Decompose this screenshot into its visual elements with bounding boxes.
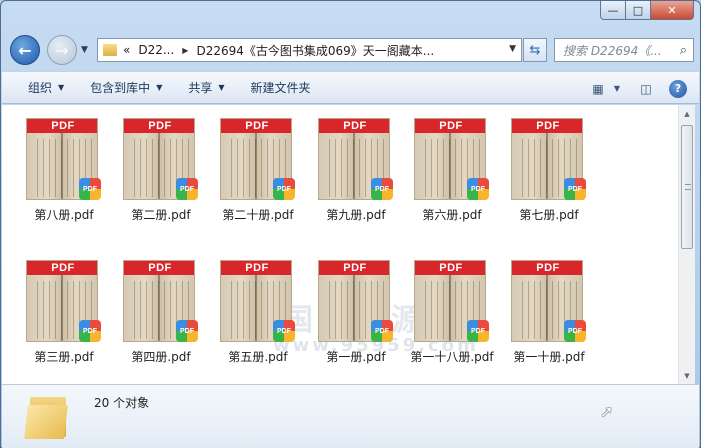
- include-library-label: 包含到库中: [90, 81, 151, 95]
- pdf-app-icon: PDF: [467, 178, 489, 200]
- file-item[interactable]: PDF PDF 第五册.pdf: [213, 252, 303, 370]
- file-item[interactable]: PDF PDF 第二册.pdf: [116, 110, 206, 228]
- scrollbar-thumb[interactable]: [681, 125, 693, 249]
- pdf-banner: PDF: [415, 261, 485, 275]
- forward-button[interactable]: →: [47, 35, 77, 65]
- folder-icon: [24, 393, 72, 441]
- pdf-banner: PDF: [124, 119, 194, 133]
- explorer-window: — □ ✕ ← → ▼ « D22... ▶ D22694《古今图书集成069》…: [0, 0, 701, 448]
- file-name: 第一十八册.pdf: [410, 350, 494, 364]
- file-name: 第六册.pdf: [422, 208, 482, 222]
- chevron-down-icon: ▼: [218, 83, 225, 92]
- breadcrumb-item-current[interactable]: D22694《古今图书集成069》天一阁藏本...: [196, 42, 434, 59]
- pdf-app-icon: PDF: [273, 320, 295, 342]
- organize-label: 组织: [28, 81, 53, 95]
- file-list[interactable]: 国学资源网 www.95959.com PDFPDF第八册.pdfPDFPDF第…: [2, 105, 678, 384]
- file-item[interactable]: PDF PDF 第三册.pdf: [19, 252, 109, 370]
- scroll-down-icon[interactable]: ▼: [679, 367, 695, 384]
- maximize-button[interactable]: □: [626, 1, 651, 20]
- include-library-button[interactable]: 包含到库中 ▼: [90, 79, 162, 96]
- refresh-icon: ⇆: [529, 42, 541, 58]
- share-button[interactable]: 共享 ▼: [188, 79, 224, 96]
- pdf-banner: PDF: [221, 261, 291, 275]
- recent-pages-dropdown[interactable]: ▼: [81, 45, 88, 55]
- file-name: 第二十册.pdf: [222, 208, 294, 222]
- pdf-app-icon: PDF: [564, 178, 586, 200]
- help-icon[interactable]: ?: [669, 79, 687, 98]
- breadcrumb-separator-icon[interactable]: ▶: [182, 46, 188, 55]
- file-name: 第一十册.pdf: [513, 350, 585, 364]
- breadcrumb-overflow[interactable]: «: [123, 43, 130, 57]
- minimize-button[interactable]: —: [600, 1, 626, 20]
- change-view-icon[interactable]: ▦: [589, 80, 607, 98]
- search-input[interactable]: 搜索 D22694《... ⌕: [554, 38, 694, 62]
- file-name: 第三册.pdf: [34, 350, 94, 364]
- arrow-right-icon: →: [55, 40, 69, 60]
- pdf-banner: PDF: [319, 119, 389, 133]
- file-item[interactable]: PDF PDF 第九册.pdf: [311, 110, 401, 228]
- pdf-app-icon: PDF: [371, 178, 393, 200]
- folder-icon: [103, 44, 117, 56]
- chevron-down-icon: ▼: [81, 45, 88, 55]
- file-item[interactable]: PDF PDF 第六册.pdf: [407, 110, 497, 228]
- pdf-banner: PDF: [512, 261, 582, 275]
- pdf-banner: PDF: [415, 119, 485, 133]
- details-pane: 20 个对象 ➚: [2, 384, 699, 448]
- view-controls: ▦ ▼ ◫ ?: [589, 72, 699, 105]
- address-bar[interactable]: « D22... ▶ D22694《古今图书集成069》天一阁藏本... ▼: [97, 38, 522, 62]
- file-item[interactable]: PDF PDF 第七册.pdf: [504, 110, 594, 228]
- pdf-app-icon: PDF: [564, 320, 586, 342]
- preview-pane-icon[interactable]: ◫: [637, 80, 655, 98]
- item-count: 20 个对象: [94, 396, 150, 410]
- mouse-cursor-icon: ➚: [600, 402, 614, 421]
- file-name: 第九册.pdf: [326, 208, 386, 222]
- pdf-banner: PDF: [319, 261, 389, 275]
- pdf-banner: PDF: [27, 119, 97, 133]
- arrow-left-icon: ←: [18, 40, 32, 60]
- pdf-app-icon: PDF: [79, 178, 101, 200]
- vertical-scrollbar[interactable]: ▲ ▼: [678, 105, 695, 384]
- navigation-bar: ← → ▼ « D22... ▶ D22694《古今图书集成069》天一阁藏本.…: [1, 33, 700, 67]
- address-dropdown-icon[interactable]: ▼: [509, 44, 516, 54]
- new-folder-label: 新建文件夹: [250, 81, 311, 95]
- file-name: 第七册.pdf: [519, 208, 579, 222]
- command-bar: 组织 ▼ 包含到库中 ▼ 共享 ▼ 新建文件夹 ▦ ▼ ◫ ?: [2, 71, 699, 104]
- share-label: 共享: [188, 81, 213, 95]
- file-item[interactable]: PDF PDF 第一十八册.pdf: [407, 252, 497, 370]
- breadcrumb-item-parent[interactable]: D22...: [138, 43, 174, 57]
- file-item[interactable]: PDF PDF 第一册.pdf: [311, 252, 401, 370]
- view-options-dropdown-icon[interactable]: ▼: [611, 80, 623, 98]
- pdf-app-icon: PDF: [467, 320, 489, 342]
- refresh-button[interactable]: ⇆: [523, 38, 547, 62]
- scroll-up-icon[interactable]: ▲: [679, 105, 695, 122]
- pdf-banner: PDF: [124, 261, 194, 275]
- file-name: 第四册.pdf: [131, 350, 191, 364]
- caption-buttons: — □ ✕: [600, 1, 694, 20]
- organize-button[interactable]: 组织 ▼: [28, 79, 64, 96]
- new-folder-button[interactable]: 新建文件夹: [251, 79, 311, 96]
- chevron-down-icon: ▼: [156, 83, 163, 92]
- file-name: 第五册.pdf: [228, 350, 288, 364]
- pdf-banner: PDF: [221, 119, 291, 133]
- close-button[interactable]: ✕: [651, 1, 694, 20]
- file-item[interactable]: PDF PDF 第二十册.pdf: [213, 110, 303, 228]
- pdf-banner: PDF: [27, 261, 97, 275]
- pdf-app-icon: PDF: [273, 178, 295, 200]
- search-placeholder: 搜索 D22694《...: [563, 43, 662, 58]
- file-item[interactable]: PDF PDF 第四册.pdf: [116, 252, 206, 370]
- pdf-app-icon: PDF: [176, 178, 198, 200]
- pdf-app-icon: PDF: [371, 320, 393, 342]
- back-button[interactable]: ←: [10, 35, 40, 65]
- search-icon: ⌕: [679, 42, 687, 58]
- grip-icon: [685, 184, 691, 190]
- file-name: 第一册.pdf: [326, 350, 386, 364]
- pdf-app-icon: PDF: [176, 320, 198, 342]
- file-name: 第八册.pdf: [34, 208, 94, 222]
- file-name: 第二册.pdf: [131, 208, 191, 222]
- file-item[interactable]: PDF PDF 第一十册.pdf: [504, 252, 594, 370]
- file-item[interactable]: PDF PDF 第八册.pdf: [19, 110, 109, 228]
- pdf-app-icon: PDF: [79, 320, 101, 342]
- pdf-banner: PDF: [512, 119, 582, 133]
- chevron-down-icon: ▼: [58, 83, 65, 92]
